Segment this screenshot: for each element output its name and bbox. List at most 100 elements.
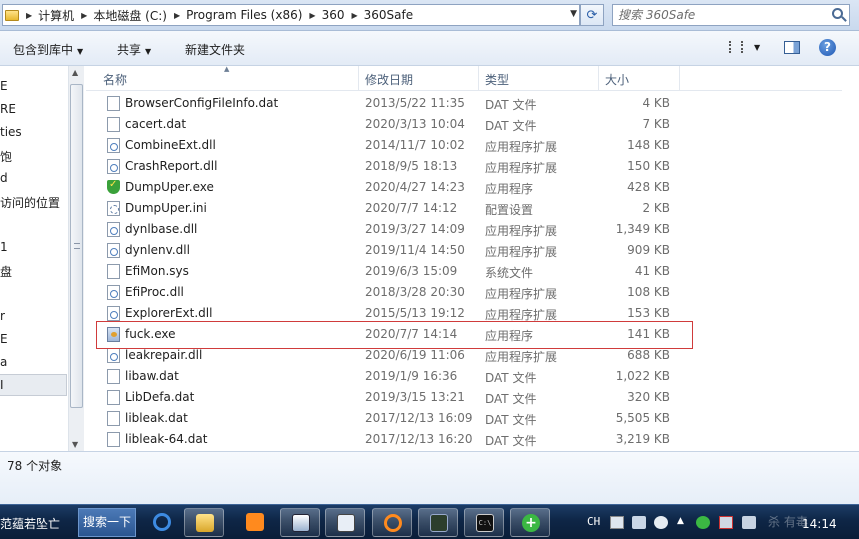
chevron-down-icon: ▼: [77, 47, 84, 56]
file-row[interactable]: dynlbase.dll 2019/3/27 14:09 应用程序扩展 1,349 K…: [86, 219, 859, 240]
taskbar-app-window[interactable]: [325, 508, 365, 537]
search-box[interactable]: [612, 4, 850, 26]
address-bar[interactable]: ▶ 计算机 ▶ 本地磁盘 (C:) ▶ Program Files (x86) ▶ 3…: [2, 4, 580, 26]
file-row[interactable]: libleak.dat 2017/12/13 16:09 DAT 文件 5,505 K…: [86, 408, 859, 429]
chevron-right-icon[interactable]: ▶: [344, 11, 363, 20]
chevron-right-icon[interactable]: ▶: [167, 11, 186, 20]
file-row[interactable]: DumpUper.ini 2020/7/7 14:12 配置设置 2 KB: [86, 198, 859, 219]
help-icon[interactable]: ?: [819, 39, 836, 56]
file-row[interactable]: libleak-64.dat 2017/12/13 16:20 DAT 文件 3,21…: [86, 429, 859, 450]
chevron-right-icon[interactable]: ▶: [302, 11, 321, 20]
file-list-scrollbar[interactable]: [842, 66, 859, 451]
360-tray-icon[interactable]: [696, 516, 710, 529]
taskbar-search-button[interactable]: 搜索一下: [78, 508, 136, 537]
file-row[interactable]: LibDefa.dat 2019/3/15 13:21 DAT 文件 320 KB: [86, 387, 859, 408]
search-icon[interactable]: [832, 8, 843, 19]
dll-icon: [107, 159, 120, 174]
column-divider[interactable]: [478, 66, 479, 91]
taskbar-app-cmd[interactable]: C:\: [464, 508, 504, 537]
nav-item[interactable]: ties: [0, 125, 22, 139]
column-type[interactable]: 类型: [485, 71, 509, 88]
search-input[interactable]: [613, 5, 823, 25]
keyboard-icon[interactable]: [610, 516, 624, 529]
file-list: ▲ 名称 修改日期 类型 大小 BrowserConfigFileInfo.da…: [86, 65, 859, 451]
nav-item[interactable]: d: [0, 171, 8, 185]
breadcrumb-root[interactable]: ▶: [19, 5, 38, 25]
tray-expand-icon[interactable]: ▲: [677, 516, 691, 529]
file-row[interactable]: EfiMon.sys 2019/6/3 15:09 系统文件 41 KB: [86, 261, 859, 282]
refresh-button[interactable]: ⟳: [580, 4, 604, 26]
nav-item[interactable]: I: [0, 378, 4, 392]
file-name: ExplorerExt.dll: [125, 306, 213, 320]
column-divider[interactable]: [358, 66, 359, 91]
view-options-icon[interactable]: [729, 41, 743, 53]
chevron-right-icon[interactable]: ▶: [19, 11, 38, 20]
file-size: 909 KB: [627, 243, 670, 257]
share-button[interactable]: 共享 ▼: [117, 41, 151, 58]
chevron-down-icon[interactable]: ▼: [754, 43, 760, 52]
file-size: 428 KB: [627, 180, 670, 194]
nav-item[interactable]: a: [0, 355, 7, 369]
file-name: EfiProc.dll: [125, 285, 184, 299]
file-icon: [107, 369, 120, 384]
include-in-library-button[interactable]: 包含到库中 ▼: [13, 41, 83, 58]
nav-item[interactable]: r: [0, 309, 5, 323]
nav-item[interactable]: E: [0, 79, 8, 93]
breadcrumb-c-drive[interactable]: 本地磁盘 (C:) ▶: [93, 5, 186, 25]
file-name: libleak-64.dat: [125, 432, 208, 446]
file-row[interactable]: CombineExt.dll 2014/11/7 10:02 应用程序扩展 148 K…: [86, 135, 859, 156]
volume-icon[interactable]: [742, 516, 756, 529]
taskbar-app-search[interactable]: [372, 508, 412, 537]
nav-scrollbar[interactable]: ▲ ▼: [68, 66, 84, 451]
language-indicator[interactable]: CH: [587, 515, 600, 528]
file-row[interactable]: EfiProc.dll 2018/3/28 20:30 应用程序扩展 108 KB: [86, 282, 859, 303]
address-dropdown-icon[interactable]: ▼: [570, 9, 577, 19]
file-row[interactable]: DumpUper.exe 2020/4/27 14:23 应用程序 428 KB: [86, 177, 859, 198]
nav-scroll-thumb[interactable]: [70, 84, 83, 408]
scroll-up-icon[interactable]: ▲: [72, 68, 78, 77]
dll-icon: [107, 285, 120, 300]
taskbar-news-text[interactable]: 范蕴若坠亡: [0, 515, 60, 532]
file-row[interactable]: dynlenv.dll 2019/11/4 14:50 应用程序扩展 909 KB: [86, 240, 859, 261]
column-date[interactable]: 修改日期: [365, 71, 413, 88]
column-divider[interactable]: [598, 66, 599, 91]
chevron-right-icon[interactable]: ▶: [74, 11, 93, 20]
taskbar-app-terminal[interactable]: [418, 508, 458, 537]
file-date: 2020/3/13 10:04: [365, 117, 465, 131]
file-type: DAT 文件: [485, 119, 537, 133]
file-row[interactable]: CrashReport.dll 2018/9/5 18:13 应用程序扩展 150 K…: [86, 156, 859, 177]
media-player-icon: [246, 513, 264, 531]
taskbar-app-360[interactable]: +: [510, 508, 550, 537]
nav-item[interactable]: 1: [0, 240, 8, 254]
file-row[interactable]: cacert.dat 2020/3/13 10:04 DAT 文件 7 KB: [86, 114, 859, 135]
file-icon: [107, 432, 120, 447]
taskbar-app-ie[interactable]: [142, 508, 182, 537]
nav-item[interactable]: E: [0, 332, 8, 346]
chevron-down-icon: ▼: [145, 47, 152, 56]
taskbar-app-media[interactable]: [235, 508, 275, 537]
nav-item-recent-places[interactable]: 访问的位置: [0, 194, 60, 211]
nav-item[interactable]: 饱: [0, 148, 12, 165]
file-date: 2019/1/9 16:36: [365, 369, 458, 383]
file-row[interactable]: BrowserConfigFileInfo.dat 2013/5/22 11:35…: [86, 93, 859, 114]
scroll-down-icon[interactable]: ▼: [72, 440, 78, 449]
column-divider[interactable]: [679, 66, 680, 91]
breadcrumb-computer[interactable]: 计算机 ▶: [38, 5, 93, 25]
taskbar-app-remote[interactable]: [280, 508, 320, 537]
column-name[interactable]: 名称: [103, 71, 127, 88]
nav-item[interactable]: 盘: [0, 263, 12, 280]
tray-settings-icon[interactable]: [654, 516, 668, 529]
breadcrumb-program-files[interactable]: Program Files (x86) ▶: [186, 5, 321, 25]
nav-item[interactable]: RE: [0, 102, 16, 116]
taskbar-app-explorer[interactable]: [184, 508, 224, 537]
file-row[interactable]: libaw.dat 2019/1/9 16:36 DAT 文件 1,022 KB: [86, 366, 859, 387]
column-size[interactable]: 大小: [605, 71, 629, 88]
breadcrumb-360safe[interactable]: 360Safe: [364, 5, 413, 25]
new-folder-button[interactable]: 新建文件夹: [185, 41, 245, 58]
ime-icon[interactable]: [632, 516, 646, 529]
preview-pane-icon[interactable]: [784, 41, 800, 54]
breadcrumb-360[interactable]: 360 ▶: [322, 5, 364, 25]
nav-selected-item: [0, 374, 67, 396]
network-icon[interactable]: [719, 516, 733, 529]
clock[interactable]: 14:14: [802, 517, 837, 531]
